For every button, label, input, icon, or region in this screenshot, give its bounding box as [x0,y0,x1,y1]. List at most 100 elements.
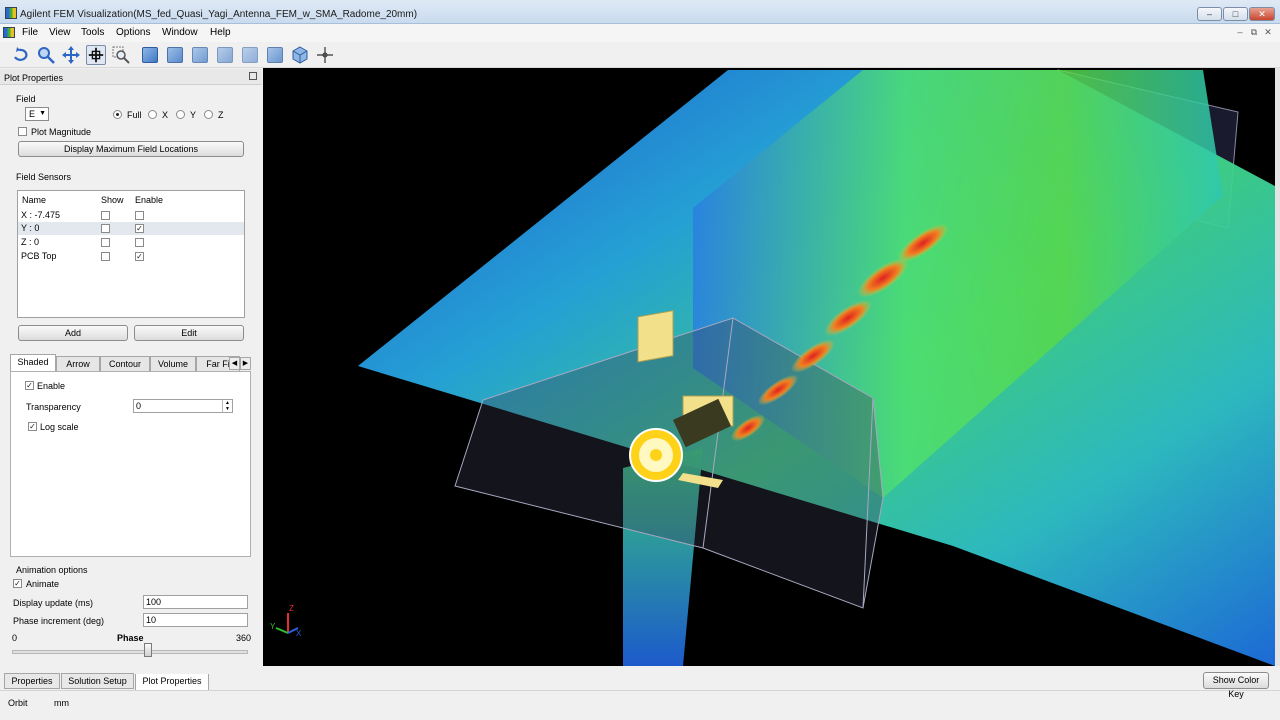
tab-arrow[interactable]: Arrow [56,356,100,372]
show-color-key-button[interactable]: Show Color Key [1203,672,1269,699]
component-radio-z[interactable] [204,110,213,119]
axis-triad: Z Y X [270,604,302,638]
status-units: mm [54,698,69,708]
crosshair-icon[interactable] [315,45,335,65]
log-scale-checkbox[interactable]: ✓ [28,422,37,431]
component-label-y: Y [190,110,197,120]
edit-sensor-button[interactable]: Edit [134,325,244,341]
document-icon[interactable] [3,27,15,38]
phase-slider-track[interactable] [12,650,248,654]
close-button[interactable]: ✕ [1249,7,1275,21]
tab-scroll-left-icon[interactable]: ◀ [229,357,240,370]
plot-magnitude-label: Plot Magnitude [31,127,92,137]
sensor-show-checkbox[interactable] [101,252,110,261]
pan-icon[interactable] [61,45,81,65]
zoom-icon[interactable] [36,45,56,65]
mdi-minimize-button[interactable]: – [1233,27,1247,38]
mdi-restore-button[interactable]: ⧉ [1247,27,1261,38]
phase-slider-thumb[interactable] [144,643,153,657]
axis-label-z: Z [289,604,294,613]
tab-volume[interactable]: Volume [150,356,196,372]
view-right-icon[interactable] [267,47,283,63]
select-icon[interactable] [86,45,106,65]
table-row[interactable]: Z : 0 [18,236,244,249]
column-header-enable[interactable]: Enable [135,195,163,205]
phase-label: Phase [117,633,144,643]
sensor-name: Y : 0 [21,223,40,233]
view-left-icon[interactable] [242,47,258,63]
axis-label-x: X [296,629,302,638]
sensor-enable-checkbox[interactable] [135,238,144,247]
view-iso-icon[interactable] [290,45,310,65]
animate-label: Animate [26,579,60,589]
column-header-show[interactable]: Show [101,195,124,205]
table-row[interactable]: PCB Top ✓ [18,250,244,263]
component-radio-full[interactable] [113,110,122,119]
menu-file[interactable]: File [22,27,38,38]
view-top-icon[interactable] [192,47,208,63]
view-back-icon[interactable] [167,47,183,63]
sensor-name: PCB Top [21,251,57,261]
zoom-box-icon[interactable] [111,45,131,65]
mdi-close-button[interactable]: ✕ [1261,27,1275,38]
phase-increment-input[interactable]: 10 [143,613,248,627]
sensor-name: X : -7.475 [21,210,61,220]
animate-checkbox[interactable]: ✓ [13,579,22,588]
sensor-show-checkbox[interactable] [101,238,110,247]
component-radio-y[interactable] [176,110,185,119]
view-bottom-icon[interactable] [217,47,233,63]
transparency-label: Transparency [26,402,81,412]
transparency-input[interactable]: 0 ▲ ▼ [133,399,233,413]
display-max-field-button[interactable]: Display Maximum Field Locations [18,141,244,157]
phase-increment-label: Phase increment (deg) [13,616,105,626]
panel-title: Plot Properties [4,73,64,83]
log-scale-label: Log scale [40,422,79,432]
sensor-show-checkbox[interactable] [101,211,110,220]
status-mode: Orbit [8,698,28,708]
menu-help[interactable]: Help [210,27,231,38]
sensor-enable-checkbox[interactable]: ✓ [135,224,144,233]
3d-viewport[interactable]: Z Y X [263,68,1275,666]
shaded-enable-label: Enable [37,381,66,391]
view-front-icon[interactable] [142,47,158,63]
tab-solution-setup[interactable]: Solution Setup [61,673,134,689]
shaded-enable-checkbox[interactable]: ✓ [25,381,34,390]
tab-properties[interactable]: Properties [4,673,60,689]
sensor-show-checkbox[interactable] [101,224,110,233]
sensor-enable-checkbox[interactable] [135,211,144,220]
column-header-name[interactable]: Name [22,195,46,205]
phase-max-label: 360 [236,633,252,643]
tab-plot-properties[interactable]: Plot Properties [135,674,209,691]
phase-min-label: 0 [12,633,18,643]
panel-float-icon[interactable] [249,72,257,80]
axis-label-y: Y [270,622,276,631]
sensor-enable-checkbox[interactable]: ✓ [135,252,144,261]
tab-shaded[interactable]: Shaded [10,354,56,372]
component-radio-x[interactable] [148,110,157,119]
status-bar [0,690,1280,720]
menu-window[interactable]: Window [162,27,198,38]
menu-view[interactable]: View [49,27,71,38]
app-icon [5,7,17,19]
field-sensors-label: Field Sensors [16,172,72,182]
viewport-border [1275,68,1280,666]
display-update-input[interactable]: 100 [143,595,248,609]
component-label-x: X [162,110,169,120]
menu-tools[interactable]: Tools [81,27,104,38]
add-sensor-button[interactable]: Add [18,325,128,341]
tab-contour[interactable]: Contour [100,356,150,372]
sensor-name: Z : 0 [21,237,40,247]
orbit-icon[interactable] [11,45,31,65]
component-label-z: Z [218,110,224,120]
tab-scroll-right-icon[interactable]: ▶ [240,357,251,370]
table-row[interactable]: Y : 0 ✓ [18,222,244,235]
maximize-button[interactable]: □ [1223,7,1248,21]
field-select[interactable]: E ▼ [25,107,49,121]
animation-options-label: Animation options [16,565,88,575]
field-visualization: Z Y X [270,69,1275,666]
window-title: Agilent FEM Visualization(MS_fed_Quasi_Y… [20,9,418,20]
minimize-button[interactable]: ‒ [1197,7,1222,21]
menu-options[interactable]: Options [116,27,150,38]
plot-magnitude-checkbox[interactable] [18,127,27,136]
table-row[interactable]: X : -7.475 [18,209,244,222]
